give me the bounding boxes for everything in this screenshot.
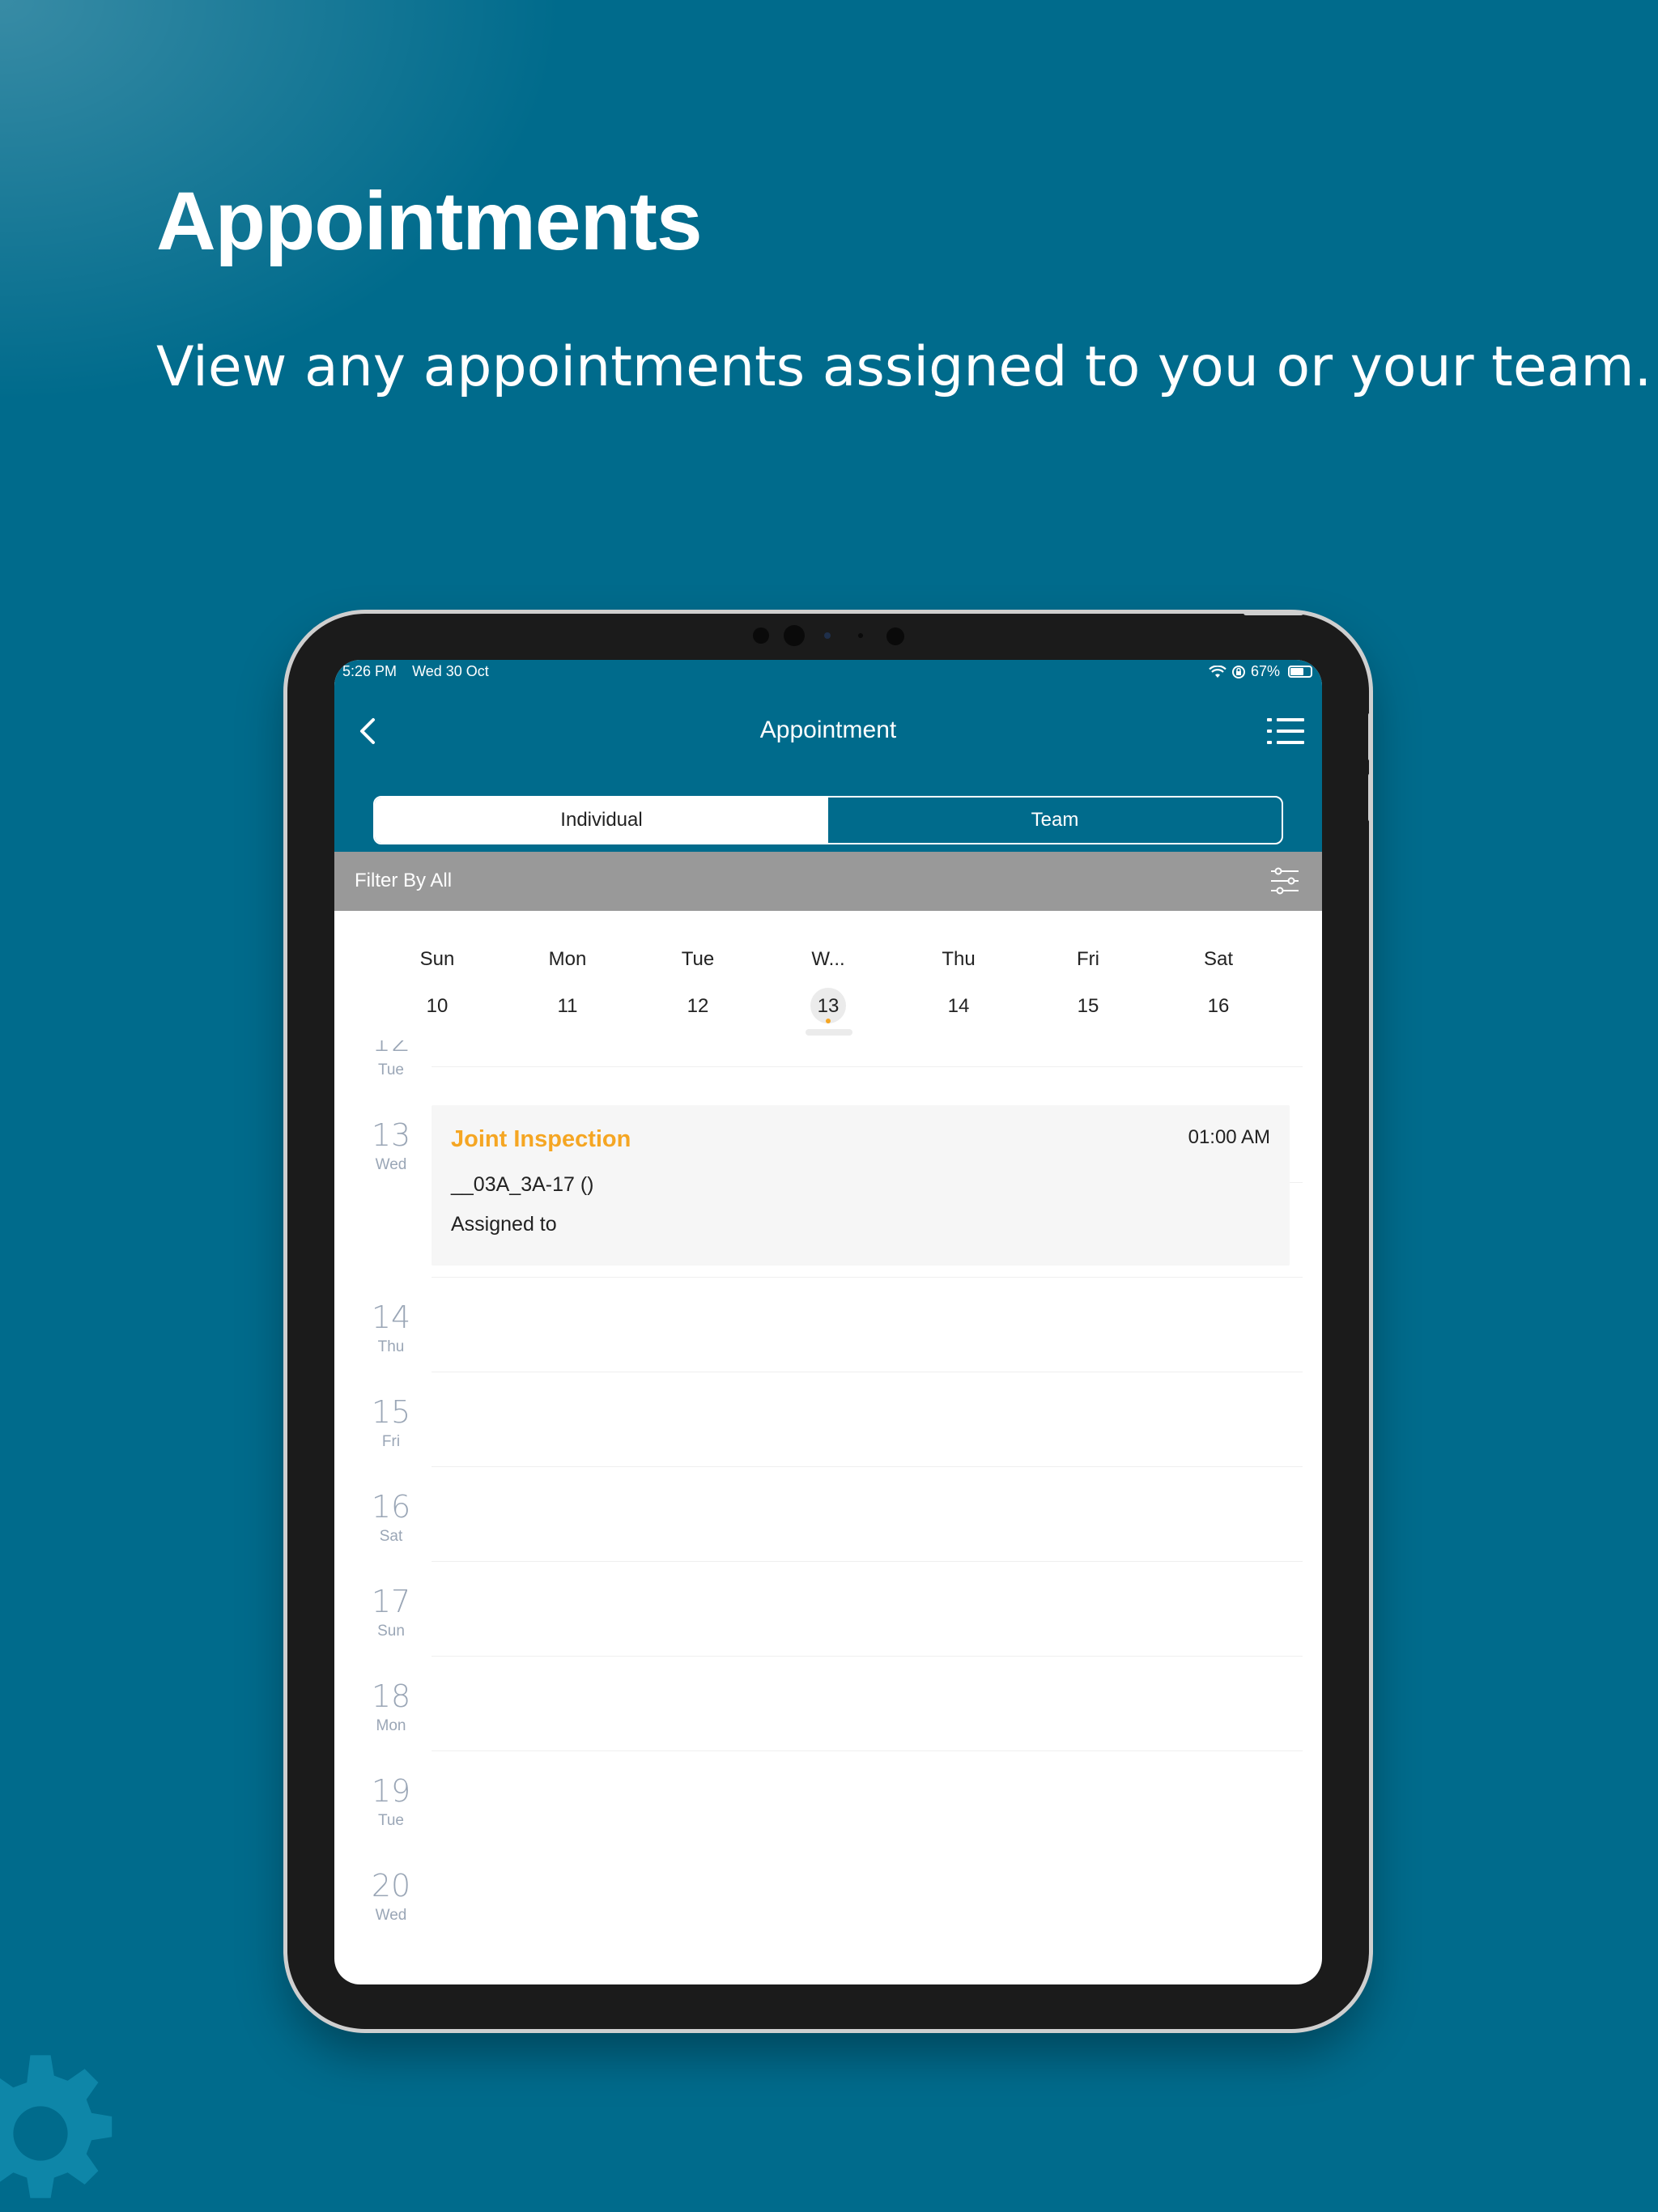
agenda-day-number: 15 xyxy=(371,1394,411,1430)
divider xyxy=(432,1561,1303,1562)
agenda-day-number: 18 xyxy=(371,1678,411,1714)
appointment-unit: __03A_3A-17 () xyxy=(451,1173,594,1196)
week-day-number: 11 xyxy=(557,995,578,1017)
agenda-day-number: 16 xyxy=(371,1489,411,1525)
week-strip: Sun 10 Mon 11 Tue 12 W... 13 Thu 14 Fri 15 Sat 16 xyxy=(334,911,1322,1040)
week-day-label: Sat xyxy=(1203,948,1234,970)
agenda-day-weekday: Wed xyxy=(375,1907,407,1924)
agenda-day-weekday: Fri xyxy=(381,1433,401,1450)
agenda-day-number: 12 xyxy=(371,1040,411,1058)
agenda-day-number: 13 xyxy=(371,1117,411,1153)
agenda-list: 12 Tue 13 Wed 14 Thu 15 Fri 16 Sat 17 Sun 18 Mon 19 Tue… xyxy=(334,1040,1322,1984)
camera-sensor xyxy=(886,627,904,645)
agenda-day-weekday: Tue xyxy=(377,1061,405,1078)
segmented-control: Individual Team xyxy=(373,796,1283,844)
week-day-label: Sun xyxy=(419,948,455,970)
segment-individual[interactable]: Individual xyxy=(375,798,828,843)
appointment-card[interactable]: Joint Inspection 01:00 AM __03A_3A-17 () As… xyxy=(432,1105,1290,1266)
agenda-day-weekday: Tue xyxy=(377,1812,405,1829)
side-button xyxy=(1244,610,1303,615)
hero-subtitle: View any appointments assigned to you or… xyxy=(156,335,1652,399)
week-day-label: Fri xyxy=(1077,948,1099,970)
agenda-day-number: 19 xyxy=(371,1773,411,1809)
status-bar: 5:26 PM Wed 30 Oct 67% xyxy=(334,660,1322,684)
nav-bar: Appointment Individual Team xyxy=(334,684,1322,852)
divider xyxy=(432,1066,1303,1067)
divider xyxy=(432,1750,1303,1751)
status-time: 5:26 PM xyxy=(342,663,397,679)
agenda-day-weekday: Thu xyxy=(377,1338,405,1355)
filter-bar[interactable]: Filter By All xyxy=(334,852,1322,911)
tablet-screen: 5:26 PM Wed 30 Oct 67% Appointment Indiv… xyxy=(334,660,1322,1984)
agenda-day-weekday: Wed xyxy=(375,1156,407,1173)
agenda-day-weekday: Mon xyxy=(376,1717,406,1734)
drag-handle[interactable] xyxy=(806,1029,852,1036)
week-day-number: 15 xyxy=(1077,995,1099,1017)
week-day-number: 14 xyxy=(947,995,970,1017)
week-day-label: W... xyxy=(811,948,845,970)
week-day-number: 12 xyxy=(687,995,709,1017)
sliders-icon[interactable] xyxy=(1269,865,1301,897)
volume-up-button xyxy=(1368,713,1373,761)
camera-sensor xyxy=(858,633,863,638)
page-title: Appointment xyxy=(759,717,897,743)
event-dot xyxy=(826,1019,831,1023)
volume-down-button xyxy=(1368,773,1373,822)
agenda-day-number: 17 xyxy=(371,1584,411,1619)
week-day-label: Tue xyxy=(681,948,715,970)
gear-icon xyxy=(0,2055,113,2198)
appointment-title: Joint Inspection xyxy=(451,1126,631,1152)
battery-level xyxy=(1290,668,1303,675)
appointment-assigned: Assigned to xyxy=(451,1213,557,1236)
week-day-number: 16 xyxy=(1207,995,1230,1017)
camera-lens xyxy=(784,625,805,646)
battery-percent: 67% xyxy=(1250,663,1280,679)
camera-sensor xyxy=(753,627,769,644)
agenda-day-weekday: Sat xyxy=(379,1528,403,1545)
agenda-day-weekday: Sun xyxy=(377,1623,405,1640)
wifi-icon xyxy=(1209,665,1226,678)
segment-team[interactable]: Team xyxy=(828,798,1282,843)
week-day-number: 13 xyxy=(817,995,840,1017)
divider xyxy=(432,1656,1303,1657)
appointment-time: 01:00 AM xyxy=(1188,1126,1270,1148)
filter-label: Filter By All xyxy=(355,870,453,891)
agenda-day-number: 14 xyxy=(371,1300,411,1335)
camera-dot xyxy=(824,632,831,639)
orientation-lock-icon xyxy=(1231,665,1245,678)
status-date: Wed 30 Oct xyxy=(412,663,489,679)
battery-icon xyxy=(1288,666,1312,678)
divider xyxy=(432,1277,1303,1278)
week-day-label: Thu xyxy=(942,948,976,970)
week-day-label: Mon xyxy=(548,948,587,970)
hero-title: Appointments xyxy=(156,175,703,267)
divider xyxy=(432,1466,1303,1467)
agenda-day-number: 20 xyxy=(371,1868,411,1904)
week-day-number: 10 xyxy=(426,995,449,1017)
list-icon[interactable] xyxy=(1265,713,1306,749)
